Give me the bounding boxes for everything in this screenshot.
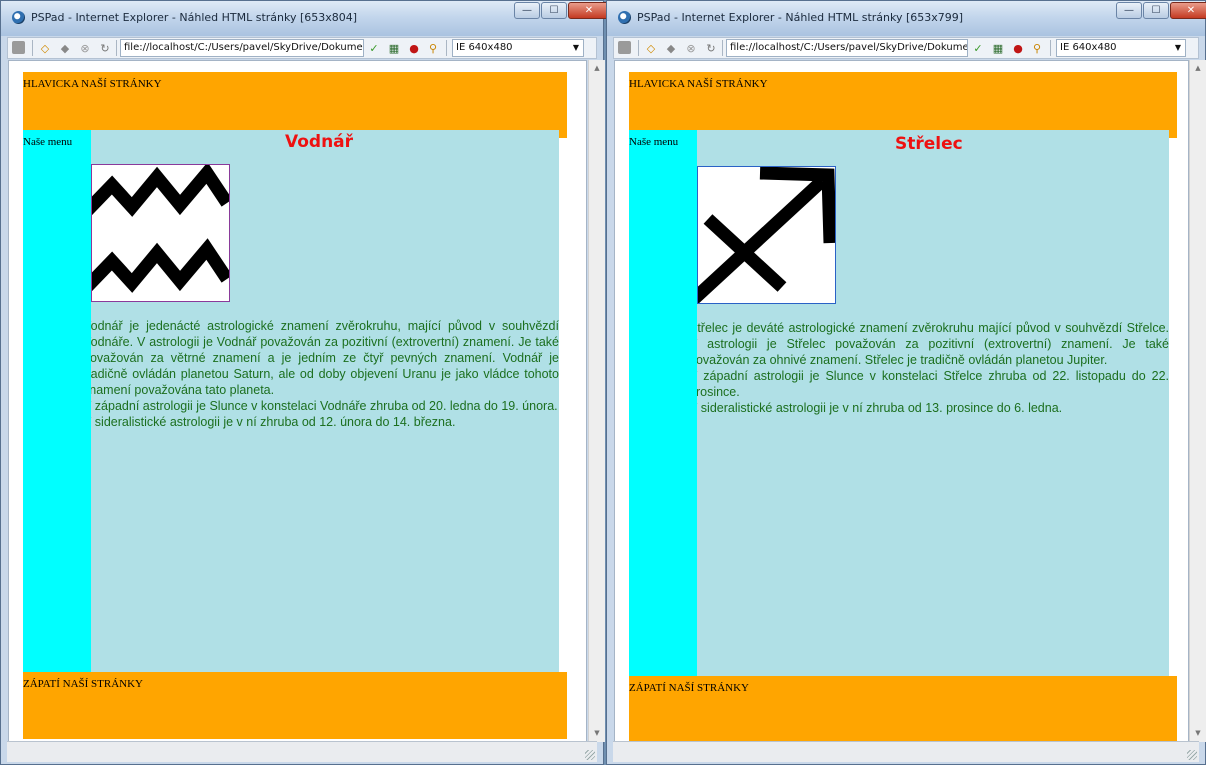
internet-explorer-icon (618, 11, 631, 24)
vertical-scrollbar[interactable]: ▲ ▼ (588, 60, 605, 742)
side-menu: Naše menu (629, 130, 697, 676)
grid-icon[interactable]: ▦ (386, 40, 402, 56)
size-select[interactable]: IE 640x480 ▼ (1056, 39, 1186, 57)
status-bar (613, 741, 1199, 762)
page-footer: ZÁPATÍ NAŠÍ STRÁNKY (23, 672, 567, 739)
browser-toolbar: ◇ ◆ ⊗ ↻ file://localhost/C:/Users/pavel/… (613, 37, 1199, 59)
menu-text: Naše menu (629, 136, 679, 148)
scroll-up-icon[interactable]: ▲ (1190, 60, 1206, 77)
close-button[interactable]: ✕ (568, 2, 610, 19)
vertical-scrollbar[interactable]: ▲ ▼ (1189, 60, 1206, 742)
paragraph: Vodnář je jedenácté astrologické znamení… (91, 319, 559, 397)
size-select[interactable]: IE 640x480 ▼ (452, 39, 584, 57)
chevron-down-icon: ▼ (1174, 43, 1181, 52)
header-text: HLAVICKA NAŠÍ STRÁNKY (629, 78, 768, 90)
page-heading: Vodnář (285, 132, 354, 152)
maximize-button[interactable]: ☐ (1143, 2, 1169, 19)
refresh-icon[interactable]: ↻ (98, 40, 112, 56)
go-icon[interactable]: ✓ (366, 40, 382, 56)
side-menu: Naše menu (23, 130, 91, 672)
scroll-down-icon[interactable]: ▼ (589, 725, 605, 742)
scroll-down-icon[interactable]: ▼ (1190, 725, 1206, 742)
refresh-icon[interactable]: ↻ (704, 40, 718, 56)
paragraph: Střelec je deváté astrologické znamení z… (697, 321, 1169, 367)
browser-window-sagittarius: PSPad - Internet Explorer - Náhled HTML … (606, 0, 1206, 765)
separator (1050, 40, 1051, 56)
resize-grip-icon[interactable] (585, 750, 595, 760)
browser-toolbar: ◇ ◆ ⊗ ↻ file://localhost/C:/Users/pavel/… (7, 37, 597, 59)
footer-text: ZÁPATÍ NAŠÍ STRÁNKY (629, 682, 749, 694)
separator (116, 40, 117, 56)
page-header: HLAVICKA NAŠÍ STRÁNKY (23, 72, 567, 138)
title-bar[interactable]: PSPad - Internet Explorer - Náhled HTML … (1, 1, 610, 36)
status-bar (7, 741, 597, 762)
error-icon[interactable]: ● (406, 40, 422, 56)
stop-icon[interactable] (12, 41, 25, 54)
scroll-up-icon[interactable]: ▲ (589, 60, 605, 77)
paragraph: V západní astrologii je Slunce v konstel… (91, 399, 558, 413)
description-text: Střelec je deváté astrologické znamení z… (697, 320, 1169, 416)
description-text: Vodnář je jedenácté astrologické znamení… (91, 318, 559, 430)
grid-icon[interactable]: ▦ (990, 40, 1006, 56)
size-select-value: IE 640x480 (1060, 42, 1117, 53)
title-bar[interactable]: PSPad - Internet Explorer - Náhled HTML … (607, 1, 1206, 36)
separator (446, 40, 447, 56)
paragraph: V západní astrologii je Slunce v konstel… (697, 369, 1169, 399)
inspect-icon[interactable]: ⚲ (1028, 40, 1046, 56)
maximize-button[interactable]: ☐ (541, 2, 567, 19)
size-select-value: IE 640x480 (456, 42, 513, 53)
close-button[interactable]: ✕ (1170, 2, 1206, 19)
content-area: Vodnář Vodnář je jedenácté astrologické … (91, 130, 559, 672)
chevron-down-icon: ▼ (572, 43, 579, 52)
resize-grip-icon[interactable] (1187, 750, 1197, 760)
paragraph: V sideralistické astrologii je v ní zhru… (91, 415, 456, 429)
cancel-icon[interactable]: ⊗ (78, 40, 92, 56)
content-area: Střelec Střelec je deváté astrologické z… (697, 130, 1169, 676)
back-arrow-icon[interactable]: ◇ (38, 40, 52, 56)
page-viewport: HLAVICKA NAŠÍ STRÁNKY Naše menu Střelec … (614, 60, 1189, 742)
aquarius-icon (92, 165, 229, 293)
minimize-button[interactable]: — (514, 2, 540, 19)
browser-window-aquarius: PSPad - Internet Explorer - Náhled HTML … (0, 0, 610, 765)
window-controls: — ☐ ✕ (513, 2, 610, 19)
minimize-button[interactable]: — (1116, 2, 1142, 19)
menu-text: Naše menu (23, 136, 73, 148)
sagittarius-symbol-image (697, 166, 836, 304)
window-title: PSPad - Internet Explorer - Náhled HTML … (31, 11, 358, 24)
paragraph: V sideralistické astrologii je v ní zhru… (697, 401, 1063, 415)
forward-arrow-icon[interactable]: ◆ (664, 40, 678, 56)
header-text: HLAVICKA NAŠÍ STRÁNKY (23, 78, 162, 90)
go-icon[interactable]: ✓ (970, 40, 986, 56)
internet-explorer-icon (12, 11, 25, 24)
inspect-icon[interactable]: ⚲ (424, 40, 442, 56)
cancel-icon[interactable]: ⊗ (684, 40, 698, 56)
separator (638, 40, 639, 56)
window-controls: — ☐ ✕ (1115, 2, 1206, 19)
page-viewport: HLAVICKA NAŠÍ STRÁNKY Naše menu Vodnář V… (8, 60, 587, 742)
forward-arrow-icon[interactable]: ◆ (58, 40, 72, 56)
sagittarius-icon (698, 167, 835, 303)
page-header: HLAVICKA NAŠÍ STRÁNKY (629, 72, 1177, 138)
page-footer: ZÁPATÍ NAŠÍ STRÁNKY (629, 676, 1177, 741)
window-title: PSPad - Internet Explorer - Náhled HTML … (637, 11, 964, 24)
address-bar[interactable]: file://localhost/C:/Users/pavel/SkyDrive… (726, 39, 968, 57)
footer-text: ZÁPATÍ NAŠÍ STRÁNKY (23, 678, 143, 690)
error-icon[interactable]: ● (1010, 40, 1026, 56)
page-heading: Střelec (895, 134, 963, 154)
address-bar[interactable]: file://localhost/C:/Users/pavel/SkyDrive… (120, 39, 364, 57)
stop-icon[interactable] (618, 41, 631, 54)
separator (32, 40, 33, 56)
separator (722, 40, 723, 56)
aquarius-symbol-image (91, 164, 230, 302)
back-arrow-icon[interactable]: ◇ (644, 40, 658, 56)
